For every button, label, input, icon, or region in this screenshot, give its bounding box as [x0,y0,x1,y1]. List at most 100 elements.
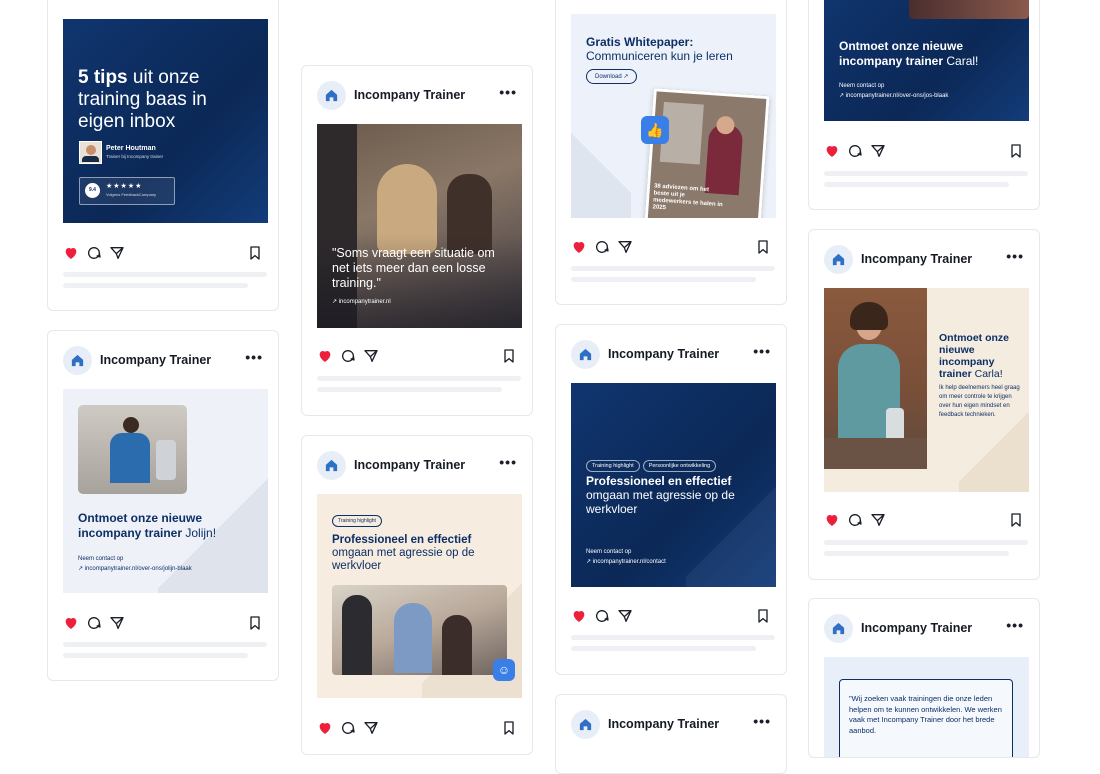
account-name[interactable]: Incompany Trainer [861,252,1006,266]
more-options-icon[interactable]: ••• [499,455,517,472]
send-icon[interactable] [109,615,125,631]
carla-body: Ik help deelnemers heel graag om meer co… [939,385,1020,418]
account-name[interactable]: Incompany Trainer [608,347,753,361]
caption-placeholder [571,266,775,271]
account-name[interactable]: Incompany Trainer [861,621,1006,635]
bookmark-icon[interactable] [501,348,517,364]
contact-url[interactable]: ↗ incompanytrainer.nl/contact [586,558,666,565]
contact-label: Neem contact op [586,549,632,555]
download-button[interactable]: Download ↗ [586,69,638,84]
post-card-carla: Incompany Trainer ••• Ontmoet onze nieuw… [808,229,1040,580]
profile-avatar[interactable] [824,613,853,643]
account-name[interactable]: Incompany Trainer [354,458,499,472]
caption-placeholder [824,182,1009,187]
bookmark-icon[interactable] [755,239,771,255]
contact-label: Neem contact op [78,556,124,562]
comment-icon[interactable] [594,239,610,255]
house-logo-icon [70,353,85,368]
contact-url[interactable]: ↗ incompanytrainer.nl/over-ons/jolijn-bl… [78,565,192,572]
comment-icon[interactable] [340,348,356,364]
post-card-jolijn: Incompany Trainer ••• Ontmoet onze nieuw… [47,330,279,681]
post-image-jolijn[interactable]: Ontmoet onze nieuwe incompany trainer Jo… [63,389,268,593]
testimonial-box: "Wij zoeken vaak trainingen die onze led… [839,679,1013,757]
contact-url[interactable]: ↗ incompanytrainer.nl/over-ons/jos-blaak [839,92,948,99]
caption-placeholder [63,272,267,277]
heart-icon[interactable] [571,608,587,624]
comment-icon[interactable] [594,608,610,624]
account-name[interactable]: Incompany Trainer [608,717,753,731]
profile-avatar[interactable] [824,244,853,274]
send-icon[interactable] [870,143,886,159]
more-options-icon[interactable]: ••• [753,714,771,731]
more-options-icon[interactable]: ••• [245,350,263,367]
more-options-icon[interactable]: ••• [753,344,771,361]
contact-label: Neem contact op [839,83,885,89]
bookmark-icon[interactable] [1008,143,1024,159]
post-image-highlight-beige[interactable]: Training highlight Professioneel en effe… [317,494,522,698]
heart-icon[interactable] [317,348,333,364]
heart-icon[interactable] [63,245,79,261]
house-logo-icon [324,88,339,103]
rating-box: 9.4 ★★★★★ Volgens FeedbackCompany [79,177,175,205]
caption-placeholder [824,540,1028,545]
highlight-title: Professioneel en effectief omgaan met agr… [332,534,475,572]
send-icon[interactable] [870,512,886,528]
send-icon[interactable] [109,245,125,261]
bookmark-icon[interactable] [247,615,263,631]
highlight-title: Professioneel en effectief omgaan met agr… [586,474,735,516]
post-image-whitepaper[interactable]: Gratis Whitepaper: Communiceren kun je le… [571,14,776,218]
post-image-tips[interactable]: 5 tips uit onze training baas in eigen i… [63,19,268,223]
profile-avatar[interactable] [571,339,600,369]
quote-text: "Soms vraagt een situatie om net iets me… [332,246,495,290]
comment-icon[interactable] [847,143,863,159]
post-image-caral[interactable]: Ontmoet onze nieuwe incompany trainer Ca… [824,0,1029,121]
profile-avatar[interactable] [63,345,92,375]
person-role: Trainer bij Incompany trainer [106,154,164,159]
house-logo-icon [324,458,339,473]
post-image-testimonial[interactable]: "Wij zoeken vaak trainingen die onze led… [824,657,1029,757]
avatar [79,141,102,164]
post-image-quote[interactable]: "Soms vraagt een situatie om net iets me… [317,124,522,328]
comment-icon[interactable] [86,245,102,261]
send-icon[interactable] [617,608,633,624]
rating-source: Volgens FeedbackCompany [106,192,157,197]
heart-icon[interactable] [824,143,840,159]
more-options-icon[interactable]: ••• [499,85,517,102]
bookmark-icon[interactable] [755,608,771,624]
post-image-highlight-navy[interactable]: Training highlight Persoonlijke ontwikkel… [571,383,776,587]
post-header: Incompany Trainer ••• [571,709,771,739]
bookmark-icon[interactable] [247,245,263,261]
book-cover: 38 adviezen om het beste uit je medewerk… [644,88,770,218]
heart-icon[interactable] [571,239,587,255]
heart-icon[interactable] [63,615,79,631]
post-image-carla[interactable]: Ontmoet onze nieuwe incompany trainer Ca… [824,288,1029,492]
profile-avatar[interactable] [571,709,600,739]
comment-icon[interactable] [86,615,102,631]
highlight-tag: Training highlight [332,515,382,527]
post-card-highlight-beige: Incompany Trainer ••• Training highlight… [301,435,533,755]
post-header: Incompany Trainer ••• [317,80,517,110]
jolijn-title: Ontmoet onze nieuwe incompany trainer Jo… [78,511,217,540]
profile-avatar[interactable] [317,450,346,480]
send-icon[interactable] [363,348,379,364]
bookmark-icon[interactable] [1008,512,1024,528]
post-card-col3-bottom: Incompany Trainer ••• [555,694,787,774]
caption-placeholder [63,653,248,658]
post-header: Incompany Trainer ••• [824,244,1024,274]
profile-avatar[interactable] [317,80,346,110]
more-options-icon[interactable]: ••• [1006,249,1024,266]
caption-placeholder [317,376,521,381]
person-name: Peter Houtman [106,145,156,152]
send-icon[interactable] [617,239,633,255]
caption-placeholder [571,277,756,282]
comment-icon[interactable] [847,512,863,528]
caption-placeholder [63,642,267,647]
heart-icon[interactable] [824,512,840,528]
account-name[interactable]: Incompany Trainer [100,353,245,367]
account-name[interactable]: Incompany Trainer [354,88,499,102]
more-options-icon[interactable]: ••• [1006,618,1024,635]
post-actions [317,347,517,365]
post-actions [571,238,771,256]
post-card-whitepaper: Gratis Whitepaper: Communiceren kun je le… [555,0,787,305]
caption-placeholder [824,171,1028,176]
